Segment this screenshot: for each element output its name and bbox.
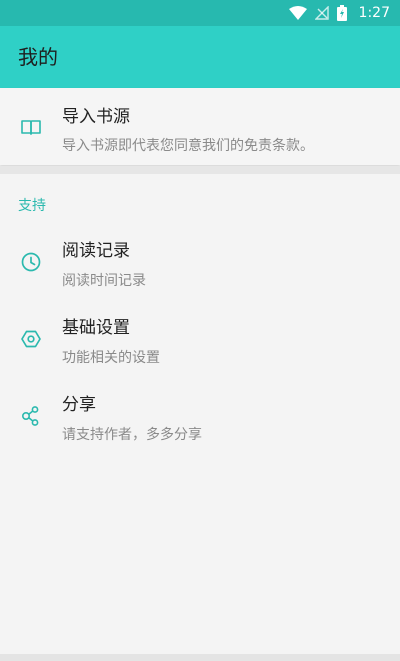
page-title: 我的	[18, 45, 58, 69]
book-icon	[20, 116, 42, 138]
app-bar: 我的	[0, 26, 400, 88]
signal-icon	[314, 6, 329, 20]
gear-icon	[20, 328, 42, 350]
menu-item-subtitle: 请支持作者，多多分享	[62, 427, 202, 443]
import-source-subtitle: 导入书源即代表您同意我们的免责条款。	[62, 138, 314, 154]
bottom-navigation-edge	[0, 654, 400, 661]
section-divider	[0, 166, 400, 174]
clock-icon	[20, 251, 42, 273]
menu-item-title: 基础设置	[62, 318, 130, 338]
import-source-title: 导入书源	[62, 107, 130, 127]
menu-item-title: 阅读记录	[62, 241, 130, 261]
menu-item-subtitle: 功能相关的设置	[62, 350, 160, 366]
status-bar: 1:27	[0, 0, 400, 26]
section-header-support: 支持	[18, 198, 46, 214]
menu-item-share[interactable]: 分享 请支持作者，多多分享	[0, 380, 400, 452]
menu-item-subtitle: 阅读时间记录	[62, 273, 146, 289]
battery-charging-icon	[336, 5, 347, 21]
import-source-item[interactable]: 导入书源 导入书源即代表您同意我们的免责条款。	[0, 88, 400, 165]
share-icon	[20, 405, 42, 427]
menu-item-title: 分享	[62, 395, 96, 415]
menu-item-basic-settings[interactable]: 基础设置 功能相关的设置	[0, 303, 400, 375]
wifi-icon	[288, 6, 307, 20]
status-clock: 1:27	[358, 5, 390, 21]
status-icons: 1:27	[288, 0, 390, 26]
menu-item-reading-history[interactable]: 阅读记录 阅读时间记录	[0, 226, 400, 298]
